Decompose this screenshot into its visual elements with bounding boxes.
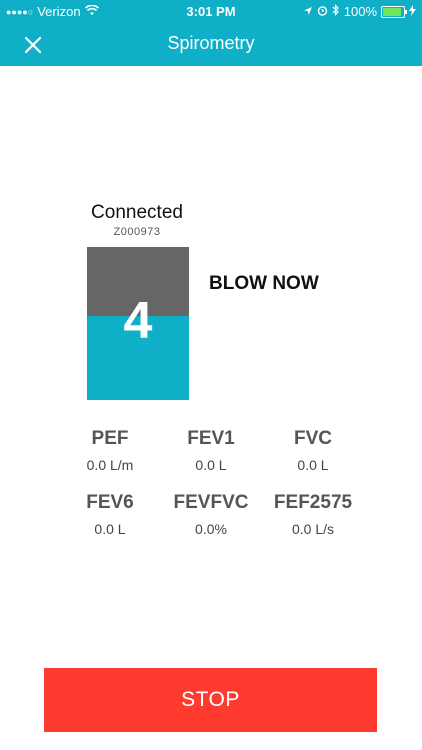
metric-fvc: FVC 0.0 L [258, 428, 368, 473]
status-right: 100% [303, 4, 416, 19]
metric-value: 0.0 L/m [86, 457, 134, 473]
battery-icon [381, 5, 407, 18]
metric-label: FEF2575 [273, 492, 353, 513]
bluetooth-icon [332, 4, 340, 19]
battery-percent: 100% [343, 4, 377, 19]
page-title: Spirometry [167, 33, 255, 53]
metric-label: FEV6 [86, 492, 134, 513]
metric-value: 0.0 L [94, 521, 126, 537]
device-serial: Z000973 [113, 226, 161, 238]
countdown-number: 4 [123, 292, 153, 350]
battery-fill [383, 7, 401, 16]
charging-icon [409, 4, 416, 19]
metric-label: FVC [294, 428, 332, 449]
status-bar: ●●●●○ Verizon 3:01 PM 100% [0, 0, 422, 24]
location-icon [303, 4, 313, 19]
metric-label: PEF [91, 428, 129, 449]
metric-value: 0.0 L [297, 457, 329, 473]
metric-value: 0.0% [195, 521, 227, 537]
metric-fevfvc: FEVFVC 0.0% [156, 492, 266, 537]
connection-status: Connected [91, 202, 183, 223]
metric-value: 0.0 L [195, 457, 227, 473]
alarm-icon [317, 4, 328, 19]
blow-instruction: BLOW NOW [209, 273, 319, 294]
metric-label: FEV1 [187, 428, 235, 449]
nav-bar: Spirometry [0, 24, 422, 66]
metric-value: 0.0 L/s [291, 521, 335, 537]
metric-fef2575: FEF2575 0.0 L/s [258, 492, 368, 537]
metric-pef: PEF 0.0 L/m [55, 428, 165, 473]
metric-label: FEVFVC [173, 492, 249, 513]
metric-fev6: FEV6 0.0 L [55, 492, 165, 537]
breath-meter: 4 [87, 247, 189, 400]
stop-button[interactable]: STOP [44, 668, 377, 732]
metric-fev1: FEV1 0.0 L [156, 428, 266, 473]
